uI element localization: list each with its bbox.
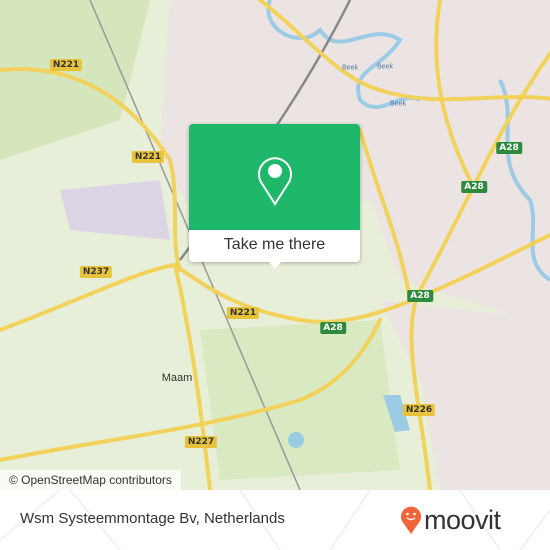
road-shield-a28: A28 <box>407 290 433 302</box>
location-popup: Take me there <box>189 124 360 262</box>
moovit-logo[interactable]: moovit <box>400 502 501 538</box>
take-me-there-button[interactable]: Take me there <box>189 230 360 262</box>
road-shield-a28: A28 <box>320 322 346 334</box>
water-label: Beek <box>390 100 406 108</box>
location-title: Wsm Systeemmontage Bv, Netherlands <box>20 510 285 527</box>
road-shield-a28: A28 <box>461 181 487 193</box>
road-shield-n237: N237 <box>79 266 113 278</box>
footer: Wsm Systeemmontage Bv, Netherlands moovi… <box>0 490 550 550</box>
location-pin-icon <box>258 157 292 206</box>
road-shield-n221: N221 <box>49 59 83 71</box>
water-label: Beek <box>342 64 358 72</box>
road-shield-n226: N226 <box>402 404 436 416</box>
map-attribution[interactable]: © OpenStreetMap contributors <box>0 470 181 490</box>
place-label: Maam <box>161 372 193 384</box>
road-shield-n221: N221 <box>226 307 260 319</box>
water-label: Beek <box>377 63 393 71</box>
road-shield-n227: N227 <box>184 436 218 448</box>
road-shield-n221: N221 <box>131 151 165 163</box>
popup-pointer <box>268 261 282 269</box>
popup-header <box>189 124 360 230</box>
map[interactable]: N221 N221 N221 N237 N226 N227 A28 A28 A2… <box>0 0 550 490</box>
road-shield-a28: A28 <box>496 142 522 154</box>
moovit-pin-icon <box>401 506 421 534</box>
moovit-wordmark: moovit <box>424 504 501 535</box>
